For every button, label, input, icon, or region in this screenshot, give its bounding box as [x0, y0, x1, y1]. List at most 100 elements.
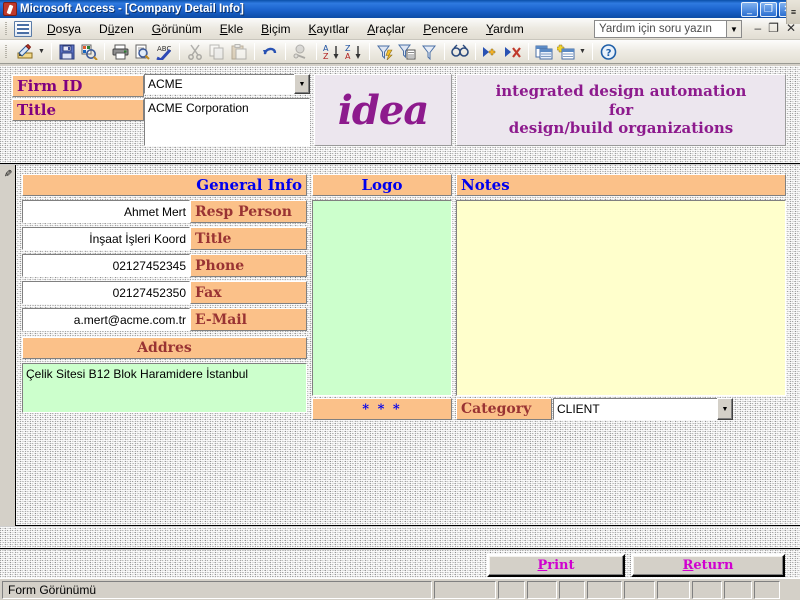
toolbar-gripper[interactable] [3, 44, 11, 60]
menu-item-kayitlar[interactable]: Kayıtlar [299, 19, 358, 39]
status-cell-9 [724, 580, 752, 599]
firm-id-input[interactable]: ACME [144, 74, 294, 94]
return-button[interactable]: Return [631, 554, 785, 577]
ask-a-question-input[interactable]: Yardım için soru yazın [595, 23, 726, 35]
form-canvas: Firm ID ACME ▼ Title ACME Corporation id… [0, 66, 800, 578]
logo-image-box[interactable] [312, 200, 452, 396]
mdi-restore-button[interactable]: ❐ [768, 21, 779, 35]
toolbar-separator [285, 43, 286, 60]
save-icon[interactable] [56, 41, 78, 62]
sort-ascending-icon[interactable]: A Z [321, 41, 343, 62]
menu-item-pencere[interactable]: Pencere [414, 19, 477, 39]
status-cell-2 [498, 580, 525, 599]
new-object-icon[interactable] [555, 41, 577, 62]
status-cell-10 [754, 580, 780, 599]
menu-item-dosya[interactable]: Dosya [38, 19, 90, 39]
record-selector[interactable]: ✎ [0, 165, 16, 526]
email-input[interactable]: a.mert@acme.com.tr [22, 308, 190, 331]
toolbar-separator [592, 43, 593, 60]
menu-item-duzen[interactable]: Düzen [90, 19, 143, 39]
new-object-dropdown-arrow[interactable]: ▼ [577, 48, 588, 55]
sort-descending-icon[interactable]: Z A [343, 41, 365, 62]
find-icon[interactable] [449, 41, 471, 62]
help-icon[interactable]: ? [597, 41, 619, 62]
return-button-accel: R [682, 558, 694, 573]
email-label: E-Mail [190, 308, 307, 331]
return-button-label: eturn [693, 558, 734, 573]
general-info-header: General Info [22, 174, 307, 196]
form-header-section: Firm ID ACME ▼ Title ACME Corporation id… [0, 66, 800, 164]
filter-by-form-icon[interactable] [396, 41, 418, 62]
print-button[interactable]: Print [487, 554, 625, 577]
fax-input[interactable]: 02127452350 [22, 281, 190, 304]
toolbar-separator [254, 43, 255, 60]
status-message: Form Görünümü [2, 580, 432, 599]
logo-header: Logo [312, 174, 452, 196]
restore-button[interactable]: ❐ [760, 1, 777, 17]
tagline-line-3: design/build organizations [508, 119, 734, 138]
print-preview-layout-icon[interactable] [78, 41, 100, 62]
notes-header: Notes [456, 174, 786, 196]
toolbar-separator [316, 43, 317, 60]
paste-icon[interactable] [228, 41, 250, 62]
category-input[interactable]: CLIENT [553, 398, 717, 420]
contact-title-input[interactable]: İnşaat İşleri Koord [22, 227, 190, 250]
resp-person-input[interactable]: Ahmet Mert [22, 200, 190, 223]
copy-icon[interactable] [206, 41, 228, 62]
status-cell-4 [559, 580, 585, 599]
form-spacer-section [0, 527, 800, 549]
cut-icon[interactable] [184, 41, 206, 62]
view-dropdown-arrow[interactable]: ▼ [36, 48, 47, 55]
menu-bar: Dosya Düzen Görünüm Ekle Biçim Kayıtlar … [0, 18, 800, 40]
mdi-minimize-button[interactable]: – [754, 21, 761, 35]
minimize-button[interactable]: _ [741, 1, 758, 17]
status-cell-7 [657, 580, 690, 599]
phone-input[interactable]: 02127452345 [22, 254, 190, 277]
status-cell-3 [527, 580, 557, 599]
address-input[interactable]: Çelik Sitesi B12 Blok Haramidere İstanbu… [22, 363, 307, 413]
category-label: Category [456, 398, 552, 420]
print-icon[interactable] [109, 41, 131, 62]
idea-logo-text: idea [337, 86, 430, 134]
status-cell-1 [434, 580, 496, 599]
print-button-label: rint [547, 558, 575, 573]
firm-id-combobox[interactable]: ACME ▼ [144, 74, 310, 94]
filter-by-selection-icon[interactable] [374, 41, 396, 62]
spelling-check-icon[interactable]: ABC [153, 41, 175, 62]
chevron-down-icon[interactable]: ▼ [294, 74, 310, 94]
status-bar: Form Görünümü [0, 578, 800, 600]
menu-item-araclar[interactable]: Araçlar [358, 19, 414, 39]
apply-filter-icon[interactable] [418, 41, 440, 62]
window-title: Microsoft Access - [Company Detail Info] [20, 3, 244, 15]
print-preview-icon[interactable] [131, 41, 153, 62]
new-record-icon[interactable] [480, 41, 502, 62]
view-design-icon[interactable] [14, 41, 36, 62]
delete-record-icon[interactable] [502, 41, 524, 62]
stars-decoration: * * * [312, 398, 452, 420]
undo-icon[interactable] [259, 41, 281, 62]
menu-control-icon [14, 20, 32, 37]
notes-memo-input[interactable] [456, 200, 786, 396]
toolbar-overflow-button[interactable]: ≡ [786, 0, 800, 24]
database-window-icon[interactable] [533, 41, 555, 62]
category-combobox[interactable]: CLIENT ▼ [553, 398, 733, 420]
menu-item-ekle[interactable]: Ekle [211, 19, 252, 39]
insert-hyperlink-icon[interactable] [290, 41, 312, 62]
access-application-window: Microsoft Access - [Company Detail Info]… [0, 0, 800, 600]
menu-item-gorunum[interactable]: Görünüm [143, 19, 211, 39]
toolbar-separator [475, 43, 476, 60]
form-detail-section: General Info Logo Notes Ahmet Mert Resp … [0, 165, 800, 526]
title-input[interactable]: ACME Corporation [144, 98, 310, 146]
status-cell-5 [587, 580, 622, 599]
toolbar-separator [528, 43, 529, 60]
form-footer-section: Print Return [0, 550, 800, 578]
menu-item-yardim[interactable]: Yardım [477, 19, 533, 39]
chevron-down-icon[interactable]: ▼ [717, 398, 733, 420]
menu-item-bicim[interactable]: Biçim [252, 19, 299, 39]
chevron-down-icon[interactable]: ▼ [726, 21, 741, 37]
menu-gripper[interactable] [3, 21, 11, 37]
ask-a-question-box[interactable]: Yardım için soru yazın ▼ [594, 20, 742, 38]
idea-logo-box: idea [314, 74, 452, 146]
phone-label: Phone [190, 254, 307, 277]
print-button-accel: P [537, 558, 548, 573]
